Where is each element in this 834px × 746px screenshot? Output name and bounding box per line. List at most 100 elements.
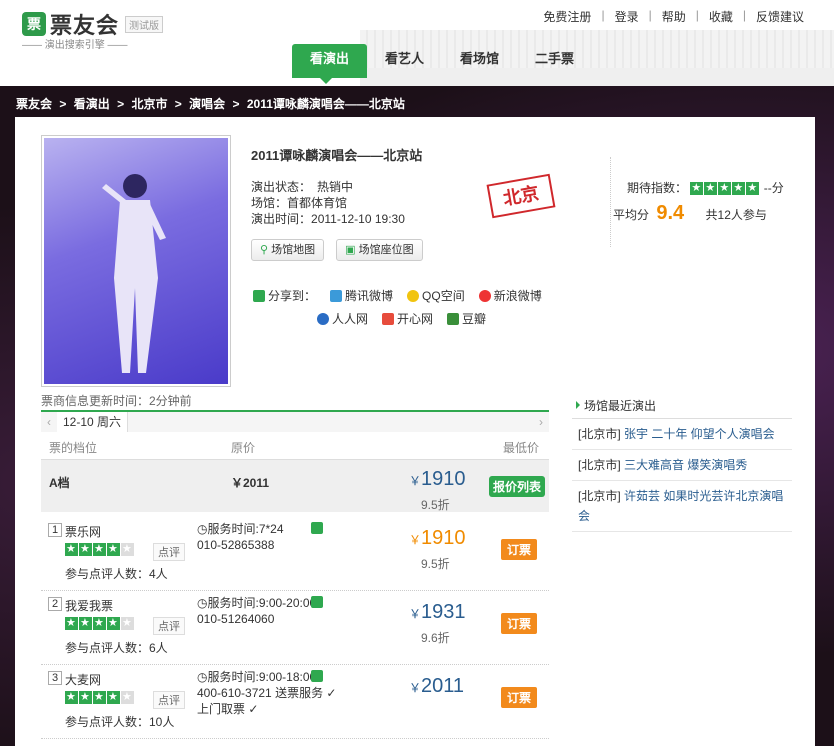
main-panel: 2011谭咏麟演唱会——北京站 演出状态： 热销中 场馆：首都体育馆 演出时间：2…: [15, 117, 815, 746]
breadcrumb-category[interactable]: 演唱会: [189, 97, 225, 111]
tab-artists[interactable]: 看艺人: [367, 44, 442, 78]
chevron-right-icon[interactable]: ›: [533, 412, 549, 432]
rating-box: 期待指数： --分 平均分 9.4 共12人参与: [610, 157, 800, 247]
share-qzone[interactable]: QQ空间: [407, 287, 465, 304]
kaixin-icon: [382, 312, 395, 325]
share-douban[interactable]: 豆瓣: [447, 310, 486, 327]
douban-icon: [447, 312, 460, 325]
star-icon: [107, 616, 120, 630]
seller-stars: [65, 690, 135, 704]
breadcrumb-sep: >: [117, 97, 125, 111]
share-kaixin[interactable]: 开心网: [382, 310, 433, 327]
feedback-link[interactable]: 反馈建议: [756, 8, 804, 25]
breadcrumb-city[interactable]: 北京市: [131, 97, 167, 111]
seller-rank: 3: [48, 671, 62, 685]
col-price: 原价: [231, 441, 256, 455]
delivery-service: 送票服务 ✓: [275, 686, 337, 700]
share-tencent-weibo[interactable]: 腾讯微博: [330, 287, 393, 304]
book-button[interactable]: 订票: [501, 539, 538, 560]
seller-price-value: 2011: [421, 675, 465, 697]
seller-discount: 9.6折: [421, 631, 450, 645]
seller-name[interactable]: 大麦网: [65, 671, 101, 688]
quote-list-button[interactable]: 报价列表: [489, 476, 546, 497]
share-sina-weibo[interactable]: 新浪微博: [478, 287, 542, 304]
review-count: 参与点评人数：4人: [65, 567, 168, 581]
seller-rank: 2: [48, 597, 62, 611]
share-label-wrap: 分享到：: [253, 287, 316, 304]
share-renren[interactable]: 人人网: [317, 310, 368, 327]
star-icon: [93, 542, 106, 556]
seller-price-value: 1931: [421, 601, 466, 623]
sina-weibo-icon: [478, 289, 491, 302]
breadcrumb-current: 2011谭咏麟演唱会——北京站: [246, 97, 405, 111]
seller-row: 2 我爱我票 点评 参与点评人数：6人 ◷服务时间:9:00-20:00 010-…: [41, 591, 549, 665]
share-renren-label: 人人网: [332, 312, 369, 326]
book-button[interactable]: 订票: [501, 687, 538, 708]
seller-phone: 010-52865388: [197, 538, 275, 552]
beta-badge: 测试版: [125, 15, 164, 33]
tier-row: A档 ￥2011 ￥1910 9.5折 报价列表: [41, 459, 549, 512]
tab-secondhand[interactable]: 二手票: [517, 44, 592, 78]
seller-price: ￥1931: [409, 601, 466, 623]
service-info: ◷服务时间:7*24 010-52865388: [197, 521, 284, 553]
clock-icon: ◷: [197, 596, 208, 610]
site-header: 票 票友会 测试版 —— 演出搜索引擎 —— 免费注册 | 登录 | 帮助 | 收藏 |…: [0, 0, 834, 86]
avg-label: 平均分: [613, 208, 650, 222]
breadcrumb-shows[interactable]: 看演出: [74, 97, 110, 111]
share-tencent-label: 腾讯微博: [345, 289, 394, 303]
register-link[interactable]: 免费注册: [543, 8, 591, 25]
venue-label: 场馆：: [251, 196, 288, 210]
venue-map-button[interactable]: ⚲ 场馆地图: [251, 239, 325, 261]
star-icon: [93, 690, 106, 704]
sidebar-city: [北京市]: [578, 489, 621, 503]
expect-label: 期待指数：: [627, 181, 688, 195]
sidebar-item[interactable]: [北京市] 三大难高音 爆笑演唱秀: [572, 450, 792, 481]
table-header: 票的档位 原价 最低价: [41, 439, 549, 459]
phone-icon: [311, 670, 323, 682]
review-count: 参与点评人数：10人: [65, 715, 175, 729]
seller-row: 1 票乐网 点评 参与点评人数：4人 ◷服务时间:7*24 010-5286538…: [41, 517, 549, 591]
star-icon: [690, 181, 704, 196]
star-icon: [79, 542, 92, 556]
sidebar-link[interactable]: 三大难高音 爆笑演唱秀: [624, 458, 747, 472]
seller-name[interactable]: 我爱我票: [65, 597, 113, 614]
share-qzone-label: QQ空间: [422, 289, 465, 303]
sidebar-item[interactable]: [北京市] 许茹芸 如果时光芸许北京演唱会: [572, 481, 792, 532]
favorite-link[interactable]: 收藏: [709, 8, 733, 25]
top-links: 免费注册 | 登录 | 帮助 | 收藏 | 反馈建议: [543, 8, 804, 25]
update-time: 票商信息更新时间：2分钟前: [41, 394, 192, 408]
clock-icon: ◷: [197, 670, 208, 684]
event-poster: [41, 135, 231, 387]
seller-row: 3 大麦网 点评 参与点评人数：10人 ◷服务时间:9:00-18:00 400-…: [41, 665, 549, 739]
login-link[interactable]: 登录: [615, 8, 639, 25]
help-link[interactable]: 帮助: [662, 8, 686, 25]
time-value: 2011-12-10 19:30: [311, 212, 405, 226]
seat-map-label: 场馆座位图: [358, 244, 414, 256]
sidebar-link[interactable]: 张宇 二十年 仰望个人演唱会: [624, 427, 775, 441]
star-icon: [65, 690, 78, 704]
time-label: 演出时间：: [251, 212, 312, 226]
chevron-left-icon[interactable]: ‹: [41, 412, 57, 432]
sidebar-item[interactable]: [北京市] 张宇 二十年 仰望个人演唱会: [572, 419, 792, 450]
seller-name[interactable]: 票乐网: [65, 523, 101, 540]
seat-map-button[interactable]: ▣ 场馆座位图: [336, 239, 423, 261]
phone-icon: [311, 522, 323, 534]
review-button[interactable]: 点评: [153, 691, 185, 709]
pickup-service: 上门取票 ✓: [197, 702, 259, 716]
tab-venues[interactable]: 看场馆: [442, 44, 517, 78]
review-button[interactable]: 点评: [153, 543, 185, 561]
date-tab[interactable]: 12-10 周六: [57, 412, 129, 432]
breadcrumb-home[interactable]: 票友会: [16, 97, 52, 111]
star-icon: [732, 181, 746, 196]
venue-map-label: 场馆地图: [271, 244, 316, 256]
date-bar: ‹ 12-10 周六 ›: [41, 410, 549, 432]
star-icon: [746, 181, 760, 196]
tab-shows[interactable]: 看演出: [292, 44, 368, 84]
review-button[interactable]: 点评: [153, 617, 185, 635]
book-button[interactable]: 订票: [501, 613, 538, 634]
breadcrumb-sep: >: [232, 97, 240, 111]
star-icon: [704, 181, 718, 196]
service-time: 服务时间:9:00-18:00: [207, 670, 317, 684]
expect-score: --分: [763, 181, 784, 195]
participants: 共12人参与: [705, 208, 767, 222]
